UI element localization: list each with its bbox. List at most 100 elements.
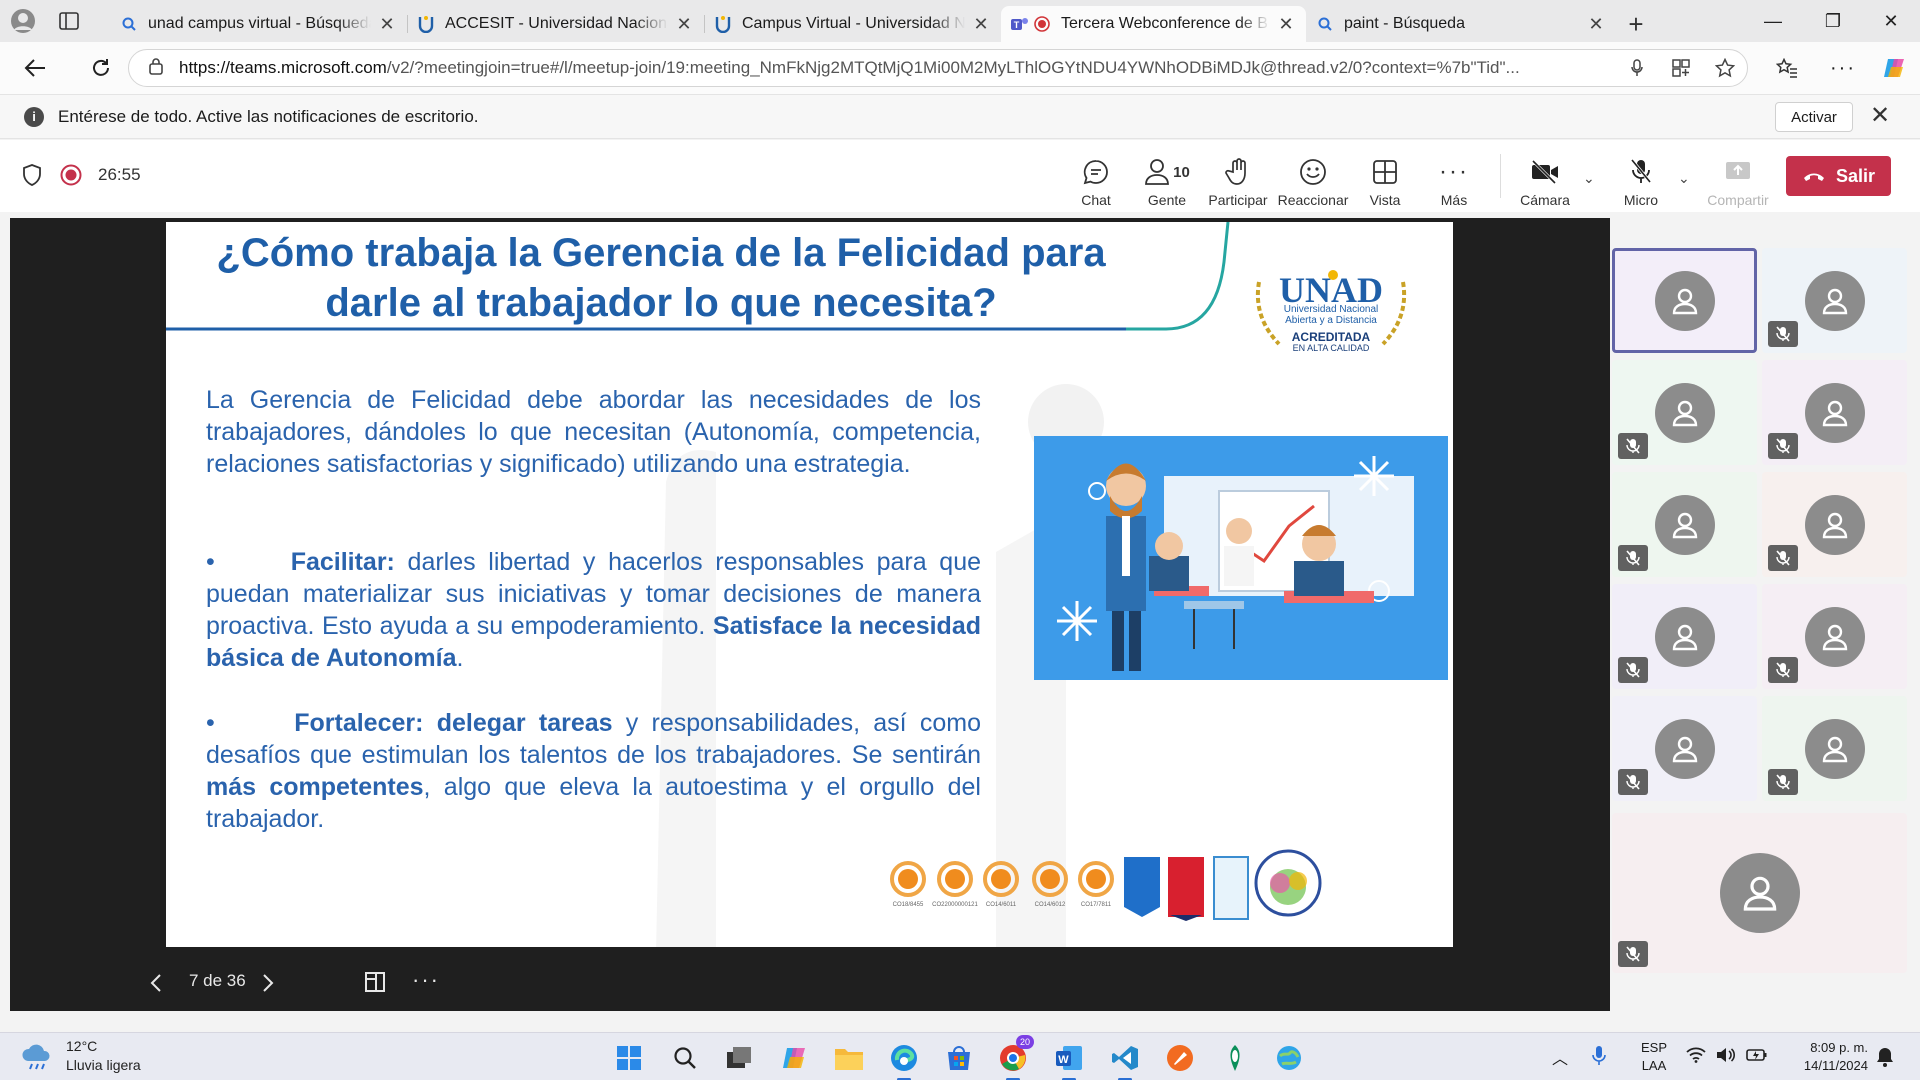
word-icon[interactable]: W <box>1052 1041 1086 1080</box>
input-language[interactable]: ESP LAA <box>1632 1033 1676 1075</box>
chevron-down-icon[interactable]: ⌄ <box>1583 170 1595 187</box>
tab-paint-search[interactable]: paint - Búsqueda ✕ <box>1306 6 1616 42</box>
participant-tile[interactable] <box>1762 472 1907 577</box>
maximize-button[interactable]: ❐ <box>1804 0 1862 42</box>
view-button[interactable]: Vista <box>1347 152 1423 208</box>
battery-icon[interactable] <box>1746 1047 1768 1068</box>
leave-label: Salir <box>1835 165 1876 186</box>
vscode-icon[interactable] <box>1108 1041 1142 1080</box>
more-button[interactable]: ··· Más <box>1416 152 1492 208</box>
browser-tab-strip: unad campus virtual - Búsqueda ✕ ACCESIT… <box>0 0 1920 42</box>
share-screen-icon <box>1725 156 1751 188</box>
close-window-button[interactable]: ✕ <box>1862 0 1920 42</box>
volume-icon[interactable] <box>1716 1047 1736 1068</box>
previous-slide-button[interactable] <box>150 973 162 998</box>
close-icon[interactable]: ✕ <box>1276 14 1296 35</box>
avatar-icon <box>1654 270 1715 331</box>
tab-campus-virtual[interactable]: Campus Virtual - Universidad Nacional ✕ <box>704 6 1001 42</box>
maps-pin-icon[interactable] <box>1218 1041 1252 1075</box>
participant-tile[interactable] <box>1612 360 1757 465</box>
back-button[interactable] <box>14 47 56 89</box>
address-bar[interactable]: https://teams.microsoft.com/v2/?meetingj… <box>128 49 1748 87</box>
participant-tile[interactable] <box>1612 584 1757 689</box>
microsoft-store-icon[interactable] <box>942 1041 976 1075</box>
minimize-button[interactable]: ― <box>1744 0 1802 42</box>
logo-line2: Abierta y a Distancia <box>1285 315 1377 326</box>
close-icon[interactable]: ✕ <box>377 14 397 35</box>
file-explorer-icon[interactable] <box>832 1041 866 1075</box>
bullet2-strong: más competentes <box>206 773 424 801</box>
tab-unad-search[interactable]: unad campus virtual - Búsqueda ✕ <box>110 6 407 42</box>
close-icon[interactable]: ✕ <box>1870 101 1890 130</box>
wifi-icon[interactable] <box>1686 1047 1706 1068</box>
slide-thumbnails-icon[interactable] <box>364 971 386 998</box>
profile-icon[interactable] <box>0 0 46 42</box>
close-icon[interactable]: ✕ <box>1586 14 1606 35</box>
participant-tile[interactable] <box>1612 813 1907 973</box>
close-icon[interactable]: ✕ <box>674 14 694 35</box>
clock-time: 8:09 p. m. <box>1810 1040 1868 1055</box>
participant-tile[interactable] <box>1762 248 1907 353</box>
tab-actions-icon[interactable] <box>46 0 92 42</box>
url-text[interactable]: https://teams.microsoft.com/v2/?meetingj… <box>179 58 1615 78</box>
mic-off-icon <box>1768 545 1798 571</box>
participant-tile[interactable] <box>1612 696 1757 801</box>
new-tab-button[interactable]: + <box>1616 6 1656 42</box>
close-icon[interactable]: ✕ <box>971 14 991 35</box>
copilot-icon[interactable] <box>1874 47 1916 89</box>
people-button[interactable]: 10 Gente <box>1129 152 1205 208</box>
refresh-button[interactable] <box>80 47 122 89</box>
microphone-icon[interactable] <box>1592 1045 1606 1072</box>
bullet-dot: • <box>206 709 295 737</box>
more-icon: ··· <box>1439 158 1469 185</box>
notification-bell-icon[interactable] <box>1876 1047 1894 1072</box>
chrome-icon[interactable]: 20 <box>996 1035 1034 1080</box>
share-button[interactable]: Compartir <box>1700 152 1776 208</box>
microphone-icon[interactable] <box>1615 59 1659 77</box>
weather-widget[interactable]: 12°C Lluvia ligera <box>20 1037 141 1075</box>
start-button[interactable] <box>612 1041 646 1075</box>
lock-icon[interactable] <box>149 57 163 80</box>
app-available-icon[interactable] <box>1659 59 1703 77</box>
shield-icon[interactable] <box>22 164 42 191</box>
participant-tile[interactable] <box>1762 360 1907 465</box>
slide-more-icon[interactable]: ··· <box>412 967 440 993</box>
mic-button[interactable]: Micro <box>1603 152 1679 208</box>
mic-off-icon <box>1768 321 1798 347</box>
avatar-icon <box>1654 382 1715 443</box>
edge-icon[interactable] <box>887 1041 921 1080</box>
next-slide-button[interactable] <box>262 973 274 998</box>
participant-tile[interactable] <box>1762 696 1907 801</box>
task-view-icon[interactable] <box>722 1041 756 1075</box>
chat-button[interactable]: Chat <box>1058 152 1134 208</box>
leave-button[interactable]: Salir <box>1786 156 1891 196</box>
tab-webconference[interactable]: T Tercera Webconference de B ✕ <box>1001 6 1306 42</box>
raise-hand-button[interactable]: Participar <box>1200 152 1276 208</box>
participant-tile[interactable] <box>1612 248 1757 353</box>
tab-accesit[interactable]: ACCESIT - Universidad Nacional Abierta ✕ <box>407 6 704 42</box>
camera-button[interactable]: Cámara <box>1507 152 1583 208</box>
unad-logo: UNAD Universidad Nacional Abierta y a Di… <box>1251 262 1411 372</box>
activate-notifications-button[interactable]: Activar <box>1775 102 1853 132</box>
lang-code: ESP <box>1640 1040 1667 1055</box>
chevron-down-icon[interactable]: ⌄ <box>1678 170 1690 187</box>
camera-off-icon <box>1530 156 1560 188</box>
system-clock[interactable]: 8:09 p. m. 14/11/2024 <box>1778 1033 1868 1075</box>
copilot-icon[interactable] <box>778 1041 812 1075</box>
search-icon[interactable] <box>668 1041 702 1075</box>
emoji-icon <box>1299 156 1327 188</box>
rain-cloud-icon <box>22 1044 50 1070</box>
weather-app-icon[interactable] <box>1272 1041 1306 1075</box>
paint-tool-icon[interactable] <box>1163 1041 1197 1075</box>
participant-tile[interactable] <box>1762 584 1907 689</box>
favorites-icon[interactable] <box>1766 47 1808 89</box>
more-label: Más <box>1440 192 1468 208</box>
chat-label: Chat <box>1081 192 1111 208</box>
favorite-star-icon[interactable] <box>1703 58 1747 78</box>
chevron-up-icon[interactable]: ︿ <box>1552 1045 1568 1069</box>
react-label: Reaccionar <box>1277 192 1349 208</box>
participant-tile[interactable] <box>1612 472 1757 577</box>
settings-more-icon[interactable]: ··· <box>1822 47 1864 89</box>
react-button[interactable]: Reaccionar <box>1271 152 1355 208</box>
people-label: Gente <box>1147 192 1187 208</box>
